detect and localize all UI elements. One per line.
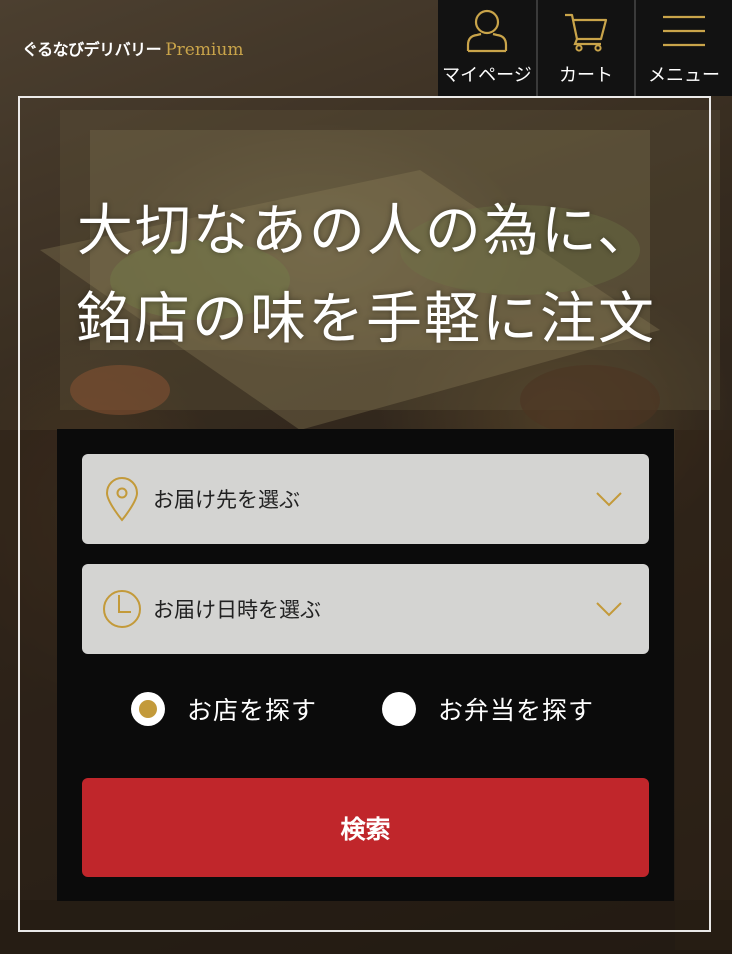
delivery-address-label: お届け先を選ぶ — [153, 488, 300, 512]
radio-search-bento-label: お弁当を探す — [438, 696, 595, 725]
cart-icon — [565, 13, 608, 52]
user-icon — [466, 9, 508, 53]
page: ぐるなびデリバリー Premium マイページ カート メニュー 大切なあの人の… — [0, 0, 732, 954]
chevron-down-icon — [596, 492, 622, 507]
mypage-button[interactable]: マイページ — [438, 0, 536, 96]
logo-main-text: ぐるなびデリバリー — [22, 40, 162, 59]
site-logo[interactable]: ぐるなびデリバリー Premium — [22, 36, 243, 60]
radio-selected-indicator — [131, 692, 165, 726]
radio-search-shops[interactable]: お店を探す — [131, 691, 317, 727]
radio-search-bento[interactable]: お弁当を探す — [382, 691, 594, 727]
delivery-address-select[interactable]: お届け先を選ぶ — [82, 454, 649, 544]
menu-button[interactable]: メニュー — [634, 0, 732, 96]
hero-line-2: 銘店の味を手軽に注文 — [76, 287, 656, 352]
search-button[interactable]: 検索 — [82, 778, 649, 877]
delivery-datetime-label: お届け日時を選ぶ — [153, 598, 321, 622]
search-type-radio-group: お店を探す お弁当を探す — [57, 691, 674, 731]
mypage-label: マイページ — [442, 65, 532, 86]
logo-premium-text: Premium — [165, 40, 244, 60]
cart-button[interactable]: カート — [536, 0, 634, 96]
search-panel: お届け先を選ぶ お届け日時を選ぶ お店を探す お弁当を探す 検索 — [57, 429, 674, 901]
radio-unselected-indicator — [382, 692, 416, 726]
radio-search-shops-label: お店を探す — [187, 696, 318, 725]
top-nav: マイページ カート メニュー — [438, 0, 732, 96]
hero-line-1: 大切なあの人の為に、 — [76, 199, 656, 264]
cart-label: カート — [559, 65, 613, 86]
hamburger-menu-icon — [663, 15, 705, 47]
hero-headline: 大切なあの人の為に、 銘店の味を手軽に注文 — [0, 188, 732, 364]
menu-label: メニュー — [648, 65, 720, 86]
clock-icon — [103, 590, 141, 628]
chevron-down-icon — [596, 602, 622, 617]
location-pin-icon — [105, 477, 139, 522]
delivery-datetime-select[interactable]: お届け日時を選ぶ — [82, 564, 649, 654]
